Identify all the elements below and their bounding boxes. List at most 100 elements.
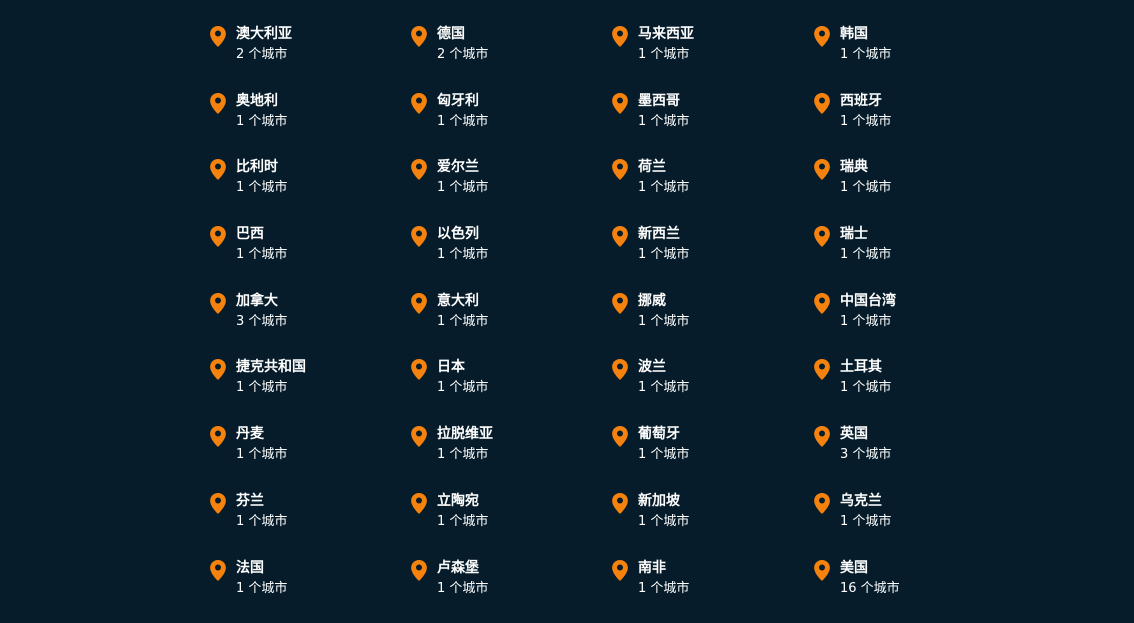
location-item[interactable]: 以色列1 个城市	[410, 223, 611, 290]
country-name[interactable]: 意大利	[437, 290, 488, 312]
country-name[interactable]: 匈牙利	[437, 90, 488, 112]
city-count: 1 个城市	[638, 579, 689, 599]
city-count: 1 个城市	[840, 45, 891, 65]
country-name[interactable]: 捷克共和国	[236, 356, 306, 378]
location-item[interactable]: 爱尔兰1 个城市	[410, 156, 611, 223]
city-count: 3 个城市	[840, 445, 891, 465]
country-name[interactable]: 拉脱维亚	[437, 423, 493, 445]
country-name[interactable]: 南非	[638, 557, 689, 579]
location-item[interactable]: 法国1 个城市	[209, 557, 410, 623]
country-name[interactable]: 加拿大	[236, 290, 287, 312]
country-name[interactable]: 中国台湾	[840, 290, 896, 312]
country-name[interactable]: 瑞典	[840, 156, 891, 178]
location-item[interactable]: 加拿大3 个城市	[209, 290, 410, 357]
location-text: 土耳其1 个城市	[840, 356, 891, 398]
location-item[interactable]: 墨西哥1 个城市	[611, 90, 813, 157]
country-name[interactable]: 新西兰	[638, 223, 689, 245]
map-pin-icon	[813, 158, 833, 182]
location-item[interactable]: 西班牙1 个城市	[813, 90, 1017, 157]
country-name[interactable]: 立陶宛	[437, 490, 488, 512]
location-item[interactable]: 荷兰1 个城市	[611, 156, 813, 223]
country-name[interactable]: 英国	[840, 423, 891, 445]
country-name[interactable]: 马来西亚	[638, 23, 694, 45]
map-pin-icon	[410, 559, 430, 583]
location-item[interactable]: 波兰1 个城市	[611, 356, 813, 423]
country-name[interactable]: 葡萄牙	[638, 423, 689, 445]
country-name[interactable]: 德国	[437, 23, 488, 45]
country-name[interactable]: 芬兰	[236, 490, 287, 512]
country-name[interactable]: 挪威	[638, 290, 689, 312]
map-pin-icon	[209, 225, 229, 249]
country-name[interactable]: 波兰	[638, 356, 689, 378]
map-pin-icon	[813, 25, 833, 49]
location-text: 韩国1 个城市	[840, 23, 891, 65]
country-name[interactable]: 澳大利亚	[236, 23, 292, 45]
location-item[interactable]: 马来西亚1 个城市	[611, 23, 813, 90]
country-name[interactable]: 乌克兰	[840, 490, 891, 512]
map-pin-icon	[410, 358, 430, 382]
country-name[interactable]: 奥地利	[236, 90, 287, 112]
location-item[interactable]: 中国台湾1 个城市	[813, 290, 1017, 357]
location-item[interactable]: 葡萄牙1 个城市	[611, 423, 813, 490]
location-item[interactable]: 立陶宛1 个城市	[410, 490, 611, 557]
location-text: 荷兰1 个城市	[638, 156, 689, 198]
city-count: 1 个城市	[437, 245, 488, 265]
location-item[interactable]: 美国16 个城市	[813, 557, 1017, 623]
location-item[interactable]: 挪威1 个城市	[611, 290, 813, 357]
location-item[interactable]: 巴西1 个城市	[209, 223, 410, 290]
country-name[interactable]: 日本	[437, 356, 488, 378]
map-pin-icon	[813, 492, 833, 516]
location-item[interactable]: 芬兰1 个城市	[209, 490, 410, 557]
map-pin-icon	[611, 292, 631, 316]
country-name[interactable]: 巴西	[236, 223, 287, 245]
map-pin-icon	[813, 358, 833, 382]
country-name[interactable]: 以色列	[437, 223, 488, 245]
city-count: 1 个城市	[638, 512, 689, 532]
country-name[interactable]: 卢森堡	[437, 557, 488, 579]
location-item[interactable]: 新西兰1 个城市	[611, 223, 813, 290]
location-item[interactable]: 捷克共和国1 个城市	[209, 356, 410, 423]
country-name[interactable]: 韩国	[840, 23, 891, 45]
country-name[interactable]: 比利时	[236, 156, 287, 178]
country-name[interactable]: 爱尔兰	[437, 156, 488, 178]
country-name[interactable]: 荷兰	[638, 156, 689, 178]
location-text: 西班牙1 个城市	[840, 90, 891, 132]
country-name[interactable]: 墨西哥	[638, 90, 689, 112]
location-item[interactable]: 丹麦1 个城市	[209, 423, 410, 490]
location-text: 瑞典1 个城市	[840, 156, 891, 198]
location-item[interactable]: 比利时1 个城市	[209, 156, 410, 223]
city-count: 1 个城市	[236, 512, 287, 532]
country-name[interactable]: 美国	[840, 557, 900, 579]
city-count: 1 个城市	[437, 178, 488, 198]
location-text: 乌克兰1 个城市	[840, 490, 891, 532]
map-pin-icon	[209, 492, 229, 516]
location-item[interactable]: 瑞典1 个城市	[813, 156, 1017, 223]
location-item[interactable]: 南非1 个城市	[611, 557, 813, 623]
map-pin-icon	[209, 292, 229, 316]
location-item[interactable]: 澳大利亚2 个城市	[209, 23, 410, 90]
location-item[interactable]: 乌克兰1 个城市	[813, 490, 1017, 557]
country-name[interactable]: 新加坡	[638, 490, 689, 512]
map-pin-icon	[611, 425, 631, 449]
map-pin-icon	[209, 92, 229, 116]
country-name[interactable]: 法国	[236, 557, 287, 579]
location-item[interactable]: 德国2 个城市	[410, 23, 611, 90]
map-pin-icon	[813, 225, 833, 249]
map-pin-icon	[209, 425, 229, 449]
country-name[interactable]: 西班牙	[840, 90, 891, 112]
location-item[interactable]: 瑞士1 个城市	[813, 223, 1017, 290]
location-item[interactable]: 匈牙利1 个城市	[410, 90, 611, 157]
location-item[interactable]: 奥地利1 个城市	[209, 90, 410, 157]
location-item[interactable]: 英国3 个城市	[813, 423, 1017, 490]
location-text: 奥地利1 个城市	[236, 90, 287, 132]
location-item[interactable]: 土耳其1 个城市	[813, 356, 1017, 423]
country-name[interactable]: 土耳其	[840, 356, 891, 378]
location-item[interactable]: 卢森堡1 个城市	[410, 557, 611, 623]
location-item[interactable]: 日本1 个城市	[410, 356, 611, 423]
country-name[interactable]: 瑞士	[840, 223, 891, 245]
country-name[interactable]: 丹麦	[236, 423, 287, 445]
location-item[interactable]: 新加坡1 个城市	[611, 490, 813, 557]
location-item[interactable]: 拉脱维亚1 个城市	[410, 423, 611, 490]
location-item[interactable]: 意大利1 个城市	[410, 290, 611, 357]
location-item[interactable]: 韩国1 个城市	[813, 23, 1017, 90]
